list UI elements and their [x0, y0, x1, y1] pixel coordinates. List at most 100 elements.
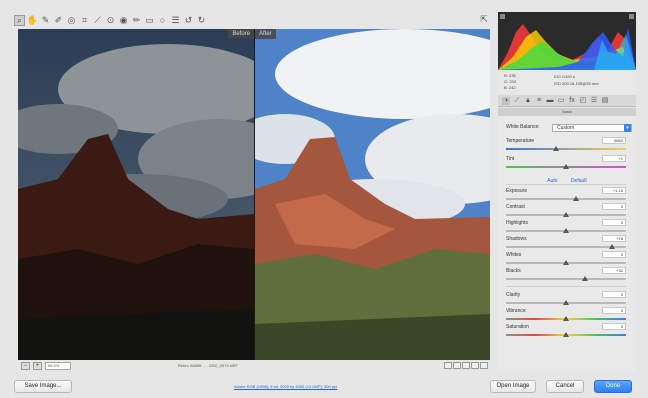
contrast-label: Contrast	[506, 204, 525, 210]
zoom-level-select[interactable]: 56.5%	[45, 362, 71, 370]
temperature-slider[interactable]: Temperature 5650	[506, 137, 626, 154]
lens-tab-icon[interactable]: ▭	[557, 97, 565, 105]
shadows-slider-thumb[interactable]	[608, 244, 615, 249]
exposure-info: f/10 1/320 s	[554, 74, 575, 79]
white-balance-select[interactable]: Custom ▾	[552, 124, 632, 132]
basic-tab-icon[interactable]: ◑	[502, 96, 510, 105]
graduated-filter-icon[interactable]: ▭	[144, 15, 155, 26]
open-image-button[interactable]: Open Image	[490, 380, 536, 393]
view-copy-button[interactable]	[471, 362, 479, 369]
whites-slider-thumb[interactable]	[563, 260, 569, 265]
white-balance-tool-icon[interactable]: ✎	[40, 15, 51, 26]
shadow-clipping-icon[interactable]	[500, 14, 505, 19]
saturation-slider[interactable]: Saturation 0	[506, 323, 626, 340]
vibrance-label: Vibrance	[506, 308, 526, 314]
clarity-slider[interactable]: Clarity 0	[506, 291, 626, 308]
auto-default-links: Auto Default	[498, 178, 636, 184]
rotate-right-icon[interactable]: ↻	[196, 15, 207, 26]
panel-title: Basic	[498, 108, 636, 116]
rgb-readout: R: 236 G: 233 B: 242 f/10 1/320 s ISO 20…	[498, 70, 636, 94]
fx-tab-icon[interactable]: fx	[568, 97, 576, 105]
white-balance-row: White Balance: Custom ▾	[506, 124, 632, 133]
blacks-value-field[interactable]: +32	[602, 267, 626, 274]
chevron-down-icon: ▾	[624, 124, 631, 132]
shadows-value-field[interactable]: +76	[602, 235, 626, 242]
shadows-label: Shadows	[506, 236, 527, 242]
crop-tool-icon[interactable]: ⌗	[79, 15, 90, 26]
red-eye-icon[interactable]: ◉	[118, 15, 129, 26]
temperature-slider-thumb[interactable]	[553, 146, 560, 151]
contrast-value-field[interactable]: 0	[602, 203, 626, 210]
shadows-slider[interactable]: Shadows +76	[506, 235, 626, 252]
temperature-value-field[interactable]: 5650	[602, 137, 626, 144]
tint-label: Tint	[506, 156, 515, 162]
cancel-button[interactable]: Cancel	[546, 380, 584, 393]
tint-slider[interactable]: Tint +1	[506, 155, 626, 172]
hsl-tab-icon[interactable]: ≡	[535, 97, 543, 105]
done-button[interactable]: Done	[594, 380, 632, 393]
whites-value-field[interactable]: 0	[602, 251, 626, 258]
spot-removal-icon[interactable]: ⊙	[105, 15, 116, 26]
tint-slider-thumb[interactable]	[563, 164, 569, 169]
presets-tab-icon[interactable]: ☰	[590, 97, 598, 105]
blacks-slider[interactable]: Blacks +32	[506, 267, 626, 284]
snapshots-tab-icon[interactable]: ▤	[601, 97, 609, 105]
detail-tab-icon[interactable]: ▲	[524, 97, 532, 105]
auto-link[interactable]: Auto	[547, 178, 557, 184]
preferences-icon[interactable]: ☰	[170, 15, 181, 26]
default-link[interactable]: Default	[571, 178, 587, 184]
saturation-value-field[interactable]: 0	[602, 323, 626, 330]
whites-label: Whites	[506, 252, 522, 258]
zoom-out-button[interactable]: −	[21, 362, 30, 370]
panel-separator	[506, 184, 626, 185]
white-balance-label: White Balance:	[506, 124, 540, 130]
exposure-slider-thumb[interactable]	[572, 196, 579, 201]
after-photo	[255, 29, 490, 360]
hand-tool-icon[interactable]: ✋	[27, 15, 38, 26]
adjustment-brush-icon[interactable]: ✏	[131, 15, 142, 26]
split-toning-tab-icon[interactable]: ▬	[546, 97, 554, 105]
tone-curve-tab-icon[interactable]: ⟋	[513, 97, 521, 105]
view-swap-button[interactable]	[462, 362, 470, 369]
whites-slider[interactable]: Whites 0	[506, 251, 626, 268]
vibrance-slider-thumb[interactable]	[563, 316, 569, 321]
vibrance-value-field[interactable]: 0	[602, 307, 626, 314]
view-single-button[interactable]	[444, 362, 452, 369]
straighten-tool-icon[interactable]: ⟋	[92, 15, 103, 26]
workflow-options-link[interactable]: Adobe RGB (1998); 8 bit; 3000 by 4000 (1…	[234, 384, 337, 389]
zoom-in-button[interactable]: +	[33, 362, 42, 370]
blacks-track[interactable]	[506, 278, 626, 280]
view-split-button[interactable]	[453, 362, 461, 369]
clarity-value-field[interactable]: 0	[602, 291, 626, 298]
panel-tabs: ◑ ⟋ ▲ ≡ ▬ ▭ fx ◰ ☰ ▤	[498, 95, 636, 107]
highlights-slider[interactable]: Highlights 0	[506, 219, 626, 236]
rotate-left-icon[interactable]: ↺	[183, 15, 194, 26]
clarity-slider-thumb[interactable]	[563, 300, 569, 305]
blacks-slider-thumb[interactable]	[582, 276, 589, 281]
histogram-graph	[498, 14, 636, 70]
contrast-slider-thumb[interactable]	[563, 212, 569, 217]
vibrance-slider[interactable]: Vibrance 0	[506, 307, 626, 324]
save-image-button[interactable]: Save Image...	[14, 380, 72, 393]
targeted-adjustment-icon[interactable]: ◎	[66, 15, 77, 26]
camera-calibration-tab-icon[interactable]: ◰	[579, 97, 587, 105]
radial-filter-icon[interactable]: ○	[157, 15, 168, 26]
temperature-track[interactable]	[506, 148, 626, 150]
contrast-slider[interactable]: Contrast 0	[506, 203, 626, 220]
saturation-slider-thumb[interactable]	[563, 332, 569, 337]
zoom-tool-icon[interactable]: ⌕	[14, 14, 25, 26]
tint-value-field[interactable]: +1	[602, 155, 626, 162]
exposure-value-field[interactable]: +1.15	[602, 187, 626, 194]
highlights-slider-thumb[interactable]	[563, 228, 569, 233]
image-preview[interactable]: Before After	[18, 29, 490, 360]
view-toggle-button[interactable]	[480, 362, 488, 369]
highlights-value-field[interactable]: 0	[602, 219, 626, 226]
view-mode-buttons	[444, 362, 488, 369]
color-sampler-icon[interactable]: ✐	[53, 15, 64, 26]
fullscreen-icon[interactable]: ⇱	[478, 14, 490, 25]
exposure-slider[interactable]: Exposure +1.15	[506, 187, 626, 204]
highlight-clipping-icon[interactable]	[629, 14, 634, 19]
histogram	[498, 12, 636, 70]
before-photo	[18, 29, 254, 360]
exposure-track[interactable]	[506, 198, 626, 200]
